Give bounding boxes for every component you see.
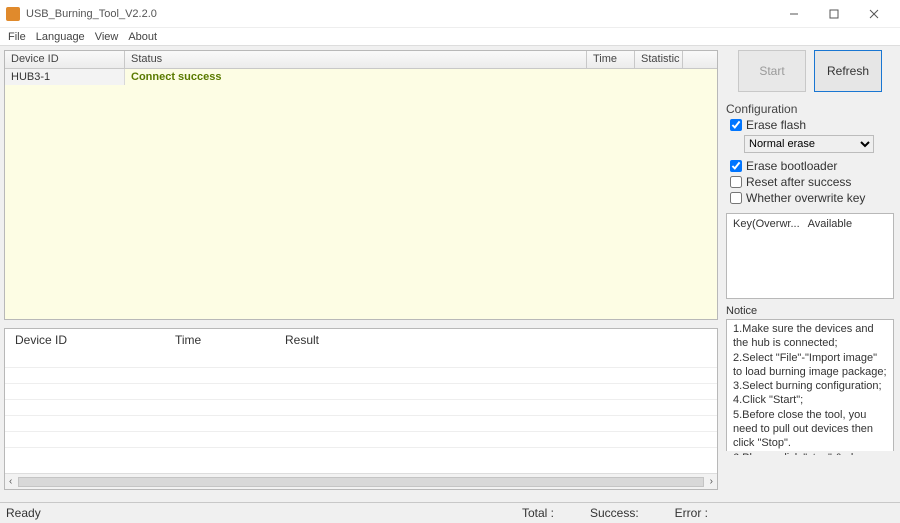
maximize-button[interactable] <box>814 2 854 26</box>
close-button[interactable] <box>854 2 894 26</box>
list-item <box>5 415 717 431</box>
cell-status: Connect success <box>125 69 621 85</box>
horizontal-scrollbar[interactable]: ‹ › <box>5 473 717 489</box>
result-table-header: Device ID Time Result <box>5 329 717 351</box>
list-item <box>5 447 717 463</box>
scroll-right-icon[interactable]: › <box>710 476 713 487</box>
rcol-device-id[interactable]: Device ID <box>9 331 169 349</box>
reset-after-label: Reset after success <box>746 175 851 189</box>
result-table-body: ‹ › <box>5 351 717 489</box>
refresh-button[interactable]: Refresh <box>814 50 882 92</box>
status-success: Success: <box>590 506 639 520</box>
notice-body: 1.Make sure the devices and the hub is c… <box>726 319 894 451</box>
overwrite-key-option[interactable]: Whether overwrite key <box>730 191 894 205</box>
device-table-header: Device ID Status Time Statistic <box>5 51 717 69</box>
window-title: USB_Burning_Tool_V2.2.0 <box>26 8 774 20</box>
start-button[interactable]: Start <box>738 50 806 92</box>
rcol-time[interactable]: Time <box>169 331 279 349</box>
erase-mode-select[interactable]: Normal erase <box>744 135 874 153</box>
overwrite-key-label: Whether overwrite key <box>746 191 865 205</box>
list-item <box>5 383 717 399</box>
erase-flash-checkbox[interactable] <box>730 119 742 131</box>
notice-line: 3.Select burning configuration; <box>733 379 887 393</box>
statusbar: Ready Total : Success: Error : <box>0 502 900 523</box>
notice-title: Notice <box>726 305 894 317</box>
result-table: Device ID Time Result ‹ › <box>4 328 718 490</box>
config-title: Configuration <box>726 102 894 116</box>
col-device-id[interactable]: Device ID <box>5 51 125 68</box>
erase-flash-option[interactable]: Erase flash <box>730 118 894 132</box>
key-col-available[interactable]: Available <box>808 218 852 294</box>
scroll-left-icon[interactable]: ‹ <box>9 476 12 487</box>
list-item <box>5 431 717 447</box>
menu-file[interactable]: File <box>8 31 26 43</box>
titlebar: USB_Burning_Tool_V2.2.0 <box>0 0 900 28</box>
status-total: Total : <box>522 506 554 520</box>
menubar: File Language View About <box>0 28 900 46</box>
menu-view[interactable]: View <box>95 31 119 43</box>
erase-bootloader-checkbox[interactable] <box>730 160 742 172</box>
key-table: Key(Overwr... Available <box>726 213 894 299</box>
notice-line: 5.Before close the tool, you need to pul… <box>733 408 887 451</box>
device-table-body: HUB3-1 Connect success <box>5 69 717 319</box>
status-ready: Ready <box>6 506 486 520</box>
minimize-button[interactable] <box>774 2 814 26</box>
erase-bootloader-label: Erase bootloader <box>746 159 837 173</box>
overwrite-key-checkbox[interactable] <box>730 192 742 204</box>
status-error: Error : <box>675 506 708 520</box>
key-col-overwrite[interactable]: Key(Overwr... <box>733 218 800 294</box>
menu-about[interactable]: About <box>128 31 157 43</box>
reset-after-option[interactable]: Reset after success <box>730 175 894 189</box>
col-statistic[interactable]: Statistic <box>635 51 683 68</box>
rcol-result[interactable]: Result <box>279 331 713 349</box>
cell-time <box>621 69 669 85</box>
notice-line: 6.Please click "stop" & close <box>733 451 887 455</box>
scrollbar-thumb[interactable] <box>18 477 703 487</box>
notice-line: 2.Select "File"-"Import image" to load b… <box>733 351 887 380</box>
app-icon <box>6 7 20 21</box>
cell-stat <box>669 69 717 85</box>
list-item <box>5 367 717 383</box>
list-item <box>5 351 717 367</box>
menu-language[interactable]: Language <box>36 31 85 43</box>
col-status[interactable]: Status <box>125 51 587 68</box>
configuration-group: Configuration Erase flash Normal erase E… <box>726 102 894 207</box>
reset-after-checkbox[interactable] <box>730 176 742 188</box>
list-item <box>5 399 717 415</box>
notice-line: 1.Make sure the devices and the hub is c… <box>733 322 887 351</box>
col-extra <box>683 51 717 68</box>
table-row[interactable]: HUB3-1 Connect success <box>5 69 717 85</box>
notice-box: Notice 1.Make sure the devices and the h… <box>726 305 894 455</box>
col-time[interactable]: Time <box>587 51 635 68</box>
device-table: Device ID Status Time Statistic HUB3-1 C… <box>4 50 718 320</box>
erase-bootloader-option[interactable]: Erase bootloader <box>730 159 894 173</box>
notice-line: 4.Click "Start"; <box>733 393 887 407</box>
erase-flash-label: Erase flash <box>746 118 806 132</box>
cell-device-id: HUB3-1 <box>5 69 125 85</box>
